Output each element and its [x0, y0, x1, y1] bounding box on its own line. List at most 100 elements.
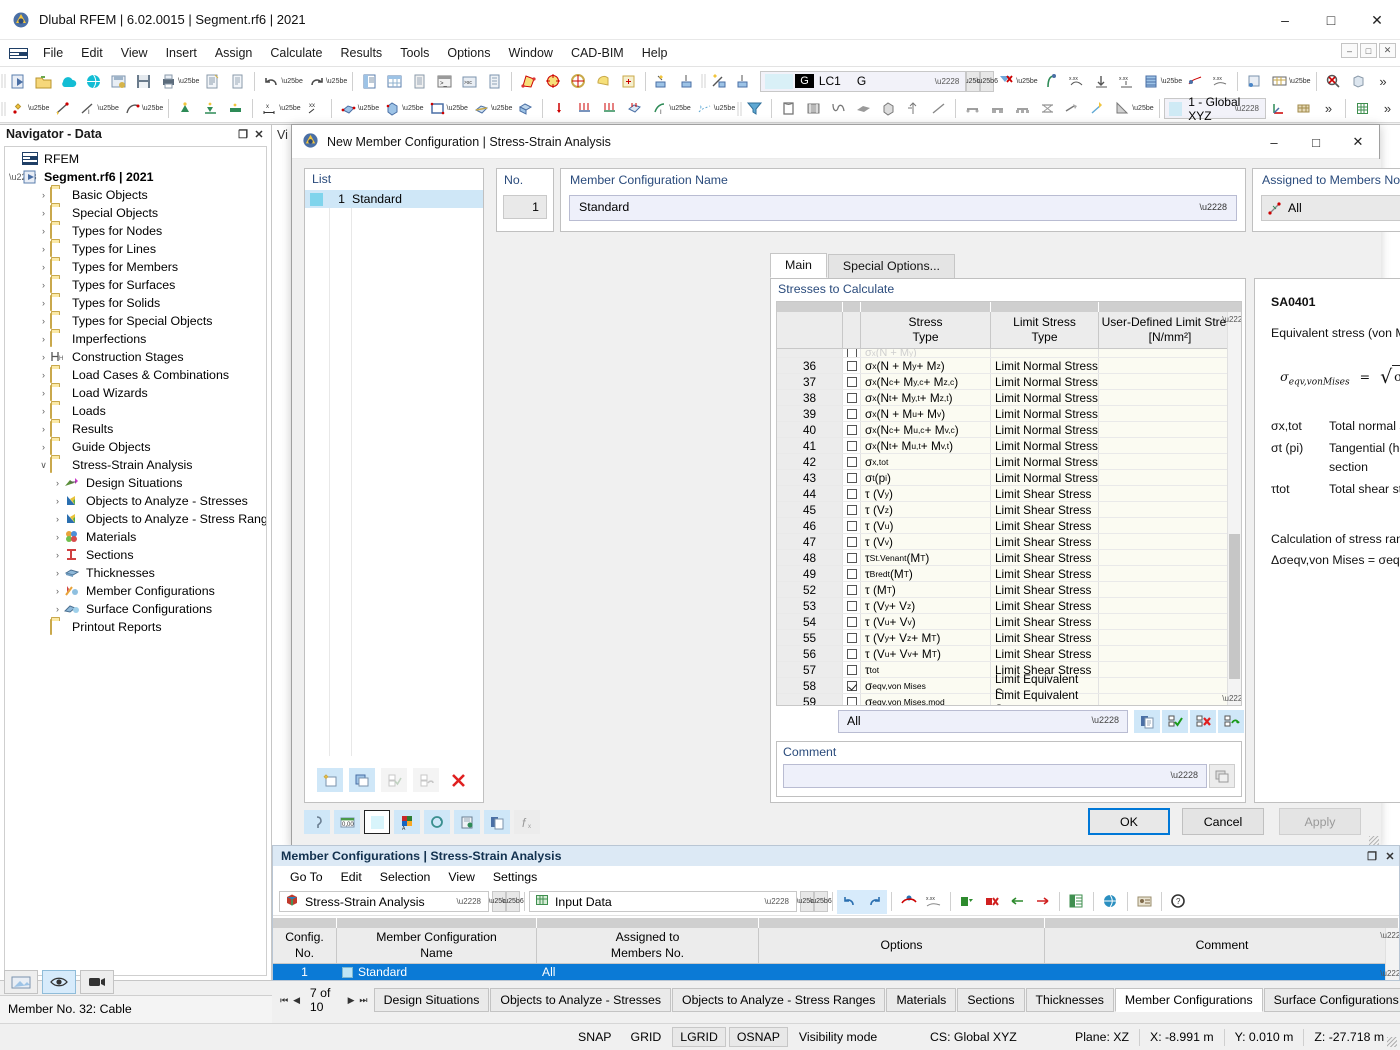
stresses-scroll-thumb[interactable]	[1229, 534, 1240, 679]
free-load-caret[interactable]: \u25be	[669, 105, 690, 112]
new-configuration-button[interactable]	[317, 768, 343, 792]
deform-view-icon[interactable]	[1110, 97, 1135, 121]
new-sheet-icon[interactable]	[200, 69, 225, 93]
row-checkbox[interactable]	[843, 582, 861, 597]
cell-limit-stress-type[interactable]: Limit Shear Stress	[991, 566, 1099, 581]
dialog-maximize-button[interactable]: □	[1295, 125, 1337, 159]
node-support-icon[interactable]	[675, 69, 700, 93]
dialog-minimize-button[interactable]: –	[1253, 125, 1295, 159]
dimension-x-caret[interactable]: \u25be	[279, 105, 300, 112]
cell-limit-stress-type[interactable]: Limit Shear Stress	[991, 550, 1099, 565]
cell-limit-stress-type[interactable]: Limit Shear Stress	[991, 614, 1099, 629]
expand-arrow-icon[interactable]: ›	[37, 388, 50, 398]
cell-limit-stress-type[interactable]: Limit Shear Stress	[991, 598, 1099, 613]
sidebar-item-types-for-nodes[interactable]: › Types for Nodes	[5, 222, 266, 240]
table-row[interactable]: 55 τ (V y + Vz + M T) Limit Shear Stress	[777, 630, 1227, 646]
document-icon[interactable]	[225, 69, 250, 93]
insert-arc-caret[interactable]: \u25be	[142, 105, 163, 112]
cell-limit-stress-type[interactable]: Limit Shear Stress	[991, 630, 1099, 645]
expand-arrow-icon[interactable]: ›	[37, 406, 50, 416]
insert-solid-block-icon[interactable]	[513, 97, 538, 121]
bottom-panel-close-button[interactable]: ✕	[1381, 847, 1399, 865]
expand-arrow-icon[interactable]: ∨	[37, 460, 50, 471]
comment-library-button[interactable]	[1209, 764, 1235, 788]
expand-arrow-icon[interactable]: ›	[51, 532, 64, 542]
table-row[interactable]: 54 τ (V u + Vv) Limit Shear Stress	[777, 614, 1227, 630]
cell-user-limit-stress[interactable]	[1099, 454, 1227, 469]
cell-user-limit-stress[interactable]	[1099, 502, 1227, 517]
cell-limit-stress-type[interactable]: Limit Shear Stress	[991, 582, 1099, 597]
result-table-icon[interactable]	[1267, 69, 1292, 93]
window-minimize-button[interactable]: –	[1262, 0, 1308, 40]
toggle-check-button[interactable]	[413, 768, 439, 792]
support-type5-icon[interactable]	[1060, 97, 1085, 121]
console-icon[interactable]: >_	[432, 69, 457, 93]
move-right-icon[interactable]	[1030, 890, 1055, 914]
save-icon[interactable]	[131, 69, 156, 93]
cell-user-limit-stress[interactable]	[1099, 550, 1227, 565]
row-checkbox[interactable]	[843, 454, 861, 469]
sidebar-item-objects-to-analyze-stress-ranges[interactable]: › Objects to Analyze - Stress Ranges	[5, 510, 266, 528]
tab-objects-to-analyze-stress-ranges[interactable]: Objects to Analyze - Stress Ranges	[672, 988, 886, 1012]
table-row[interactable]: 1 Standard All	[273, 964, 1399, 980]
cell-limit-stress-type[interactable]: Limit Shear Stress	[991, 502, 1099, 517]
uncheck-all-rows-button[interactable]	[1190, 710, 1216, 733]
row-checkbox[interactable]	[843, 518, 861, 533]
insert-line-section-caret[interactable]: \u25be	[97, 105, 118, 112]
menu-cadbim[interactable]: CAD-BIM	[562, 43, 633, 63]
table-row[interactable]: 43 σ t (p i) Limit Normal Stress	[777, 470, 1227, 486]
filter-objects-icon[interactable]	[742, 97, 767, 121]
row-checkbox[interactable]	[843, 486, 861, 501]
cell-user-limit-stress[interactable]	[1099, 470, 1227, 485]
list-panel-icon[interactable]	[407, 69, 432, 93]
member-configurations-grid[interactable]: Config. No. Member Configuration Name As…	[273, 918, 1399, 980]
cell-limit-stress-type[interactable]: Limit Normal Stress	[991, 406, 1099, 421]
cell-user-limit-stress[interactable]	[1099, 358, 1227, 373]
tab-design-situations[interactable]: Design Situations	[373, 988, 490, 1012]
print-dropdown-caret[interactable]: \u25be	[178, 78, 199, 85]
window-maximize-button[interactable]: □	[1308, 0, 1354, 40]
sidebar-item-sections[interactable]: › Sections	[5, 546, 266, 564]
menu-window[interactable]: Window	[499, 43, 561, 63]
cell-user-limit-stress[interactable]	[1099, 630, 1227, 645]
imperfection-caret[interactable]: \u25be	[714, 105, 735, 112]
sidebar-item-special-objects[interactable]: › Special Objects	[5, 204, 266, 222]
menu-insert[interactable]: Insert	[157, 43, 206, 63]
line-load-icon[interactable]	[597, 97, 622, 121]
data-type-caret[interactable]: \u2228	[765, 897, 789, 906]
row-checkbox[interactable]	[843, 502, 861, 517]
undo-icon[interactable]	[259, 69, 284, 93]
insert-opening-icon[interactable]	[425, 97, 450, 121]
cube-view-icon[interactable]	[876, 97, 901, 121]
last-page-button[interactable]: ⏭	[358, 991, 368, 1009]
stresses-scroll-up-button[interactable]: \u2227	[1222, 312, 1241, 326]
result-table-caret[interactable]: \u25be	[1289, 78, 1310, 85]
grid-scrollbar[interactable]: \u2227 \u2228	[1380, 928, 1399, 980]
status-chip-grid[interactable]: GRID	[623, 1027, 670, 1047]
status-chip-lgrid[interactable]: LGRID	[672, 1027, 726, 1047]
delete-results-icon[interactable]	[994, 69, 1019, 93]
decimal-places-icon[interactable]: 0,00	[334, 810, 360, 834]
tab-special-options[interactable]: Special Options...	[827, 254, 955, 278]
new-model-icon[interactable]	[6, 69, 31, 93]
printout-report-icon[interactable]	[1242, 69, 1267, 93]
list-item-standard[interactable]: 1 Standard	[305, 190, 483, 208]
cell-limit-stress-type[interactable]: Limit Shear Stress	[991, 646, 1099, 661]
free-load-icon[interactable]: I	[647, 97, 672, 121]
cancel-button[interactable]: Cancel	[1182, 808, 1264, 835]
table-row[interactable]: 42 σ x,tot Limit Normal Stress	[777, 454, 1227, 470]
name-input[interactable]: Standard \u2228	[569, 195, 1237, 221]
table-row[interactable]: 41 σ x (N t + Mu,t + Mv,t) Limit Normal Stre…	[777, 438, 1227, 454]
axes-icon[interactable]	[1266, 97, 1291, 121]
menu-file[interactable]: File	[34, 43, 72, 63]
insert-surface-caret[interactable]: \u25be	[358, 105, 379, 112]
row-checkbox[interactable]	[843, 646, 861, 661]
table-row[interactable]: 36 σ x (N + My + Mz) Limit Normal Stress	[777, 358, 1227, 374]
insert-solid-icon[interactable]	[380, 97, 405, 121]
expand-arrow-icon[interactable]: ›	[37, 334, 50, 344]
film-view-icon[interactable]	[801, 97, 826, 121]
sidebar-item-types-for-lines[interactable]: › Types for Lines	[5, 240, 266, 258]
load-xxx-icon[interactable]: x.xx	[1064, 69, 1089, 93]
row-checkbox[interactable]	[843, 438, 861, 453]
insert-opening-caret[interactable]: \u25be	[447, 105, 468, 112]
